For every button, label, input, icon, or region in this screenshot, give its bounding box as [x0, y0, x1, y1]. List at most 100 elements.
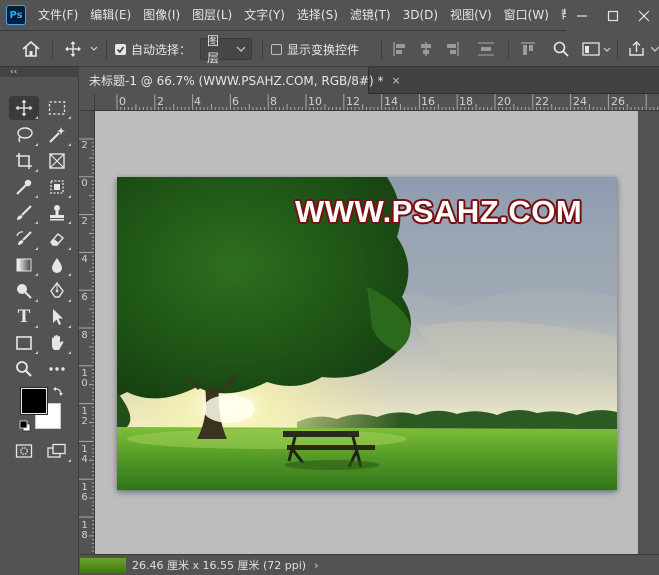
align-top-icon[interactable]: [520, 31, 536, 67]
brush-tool[interactable]: [9, 201, 39, 225]
vertical-scrollbar[interactable]: [638, 111, 659, 554]
crop-tool[interactable]: [9, 149, 39, 173]
document-image[interactable]: WWW.PSAHZ.COM: [117, 177, 617, 490]
move-tool[interactable]: [9, 96, 39, 120]
hand-icon: [52, 335, 64, 350]
hand-tool[interactable]: [42, 331, 72, 355]
options-bar: 自动选择： 图层 显示变换控件: [0, 31, 659, 67]
menu-edit[interactable]: 编辑(E): [84, 0, 137, 31]
marquee-tool[interactable]: [42, 96, 72, 120]
move-icon: [15, 99, 33, 117]
close-icon[interactable]: [628, 0, 659, 31]
path-select-tool[interactable]: [42, 305, 72, 329]
document-tab-bar: 未标题-1 @ 66.7% (WWW.PSAHZ.COM, RGB/8#) * …: [79, 67, 659, 94]
ruler-v-label: 8: [81, 330, 88, 341]
default-colors-icon[interactable]: [19, 420, 31, 435]
foreground-color-swatch[interactable]: [20, 387, 48, 415]
pen-tool[interactable]: [42, 279, 72, 303]
quick-mask-button[interactable]: [9, 439, 39, 463]
ruler-v-label: 10: [81, 368, 88, 389]
minimize-icon[interactable]: [566, 0, 597, 31]
history-brush-tool[interactable]: [9, 227, 39, 251]
more-tools[interactable]: [42, 357, 72, 381]
quick-select-tool[interactable]: [42, 123, 72, 147]
history-brush-icon: [16, 231, 32, 245]
auto-select-target-dropdown[interactable]: 图层: [200, 31, 252, 67]
distribute-vertical-icon[interactable]: [477, 31, 495, 67]
menu-select[interactable]: 选择(S): [291, 0, 344, 31]
screen-mode-button[interactable]: [42, 439, 72, 463]
ruler-h-label: 14: [384, 95, 398, 108]
menu-3d[interactable]: 3D(D): [397, 0, 444, 31]
gradient-tool[interactable]: [9, 253, 39, 277]
magic-wand-icon: [49, 127, 65, 143]
eraser-tool[interactable]: [42, 227, 72, 251]
home-icon[interactable]: [22, 31, 40, 67]
ruler-origin[interactable]: [79, 94, 95, 111]
menu-file[interactable]: 文件(F): [32, 0, 84, 31]
ruler-v-label: 14: [81, 444, 88, 465]
shape-tool[interactable]: [9, 331, 39, 355]
align-center-icon[interactable]: [418, 31, 434, 67]
menu-layer[interactable]: 图层(L): [186, 0, 238, 31]
menu-window[interactable]: 窗口(W): [498, 0, 555, 31]
blur-tool[interactable]: [42, 253, 72, 277]
menu-filter[interactable]: 滤镜(T): [344, 0, 397, 31]
checkbox-checked-icon: [115, 43, 126, 55]
type-icon: T: [17, 306, 31, 327]
align-right-icon[interactable]: [444, 31, 460, 67]
healing-tool[interactable]: [42, 175, 72, 199]
type-tool[interactable]: T: [9, 305, 39, 329]
menu-view[interactable]: 视图(V): [444, 0, 498, 31]
share-icon[interactable]: [628, 31, 646, 67]
lasso-icon: [17, 127, 33, 143]
dodge-tool[interactable]: [9, 279, 39, 303]
document-tab-title: 未标题-1 @ 66.7% (WWW.PSAHZ.COM, RGB/8#) *: [89, 74, 384, 88]
canvas-area[interactable]: WWW.PSAHZ.COM: [95, 111, 638, 554]
watermark-text: WWW.PSAHZ.COM: [295, 194, 583, 229]
zoom-icon: [16, 361, 32, 377]
zoom-tool[interactable]: [9, 357, 39, 381]
clone-stamp-icon: [50, 205, 64, 221]
separator: [52, 39, 53, 59]
ruler-v-label: 16: [81, 482, 88, 503]
tab-close-icon[interactable]: ×: [392, 74, 401, 87]
crop-icon: [16, 153, 32, 169]
stamp-tool[interactable]: [42, 201, 72, 225]
frame-tool[interactable]: [42, 149, 72, 173]
menu-type[interactable]: 文字(Y): [238, 0, 291, 31]
align-left-icon[interactable]: [392, 31, 408, 67]
auto-select-label: 自动选择：: [131, 42, 192, 57]
separator: [106, 39, 107, 59]
rect-marquee-icon: [48, 101, 66, 115]
document-tab[interactable]: 未标题-1 @ 66.7% (WWW.PSAHZ.COM, RGB/8#) * …: [79, 67, 401, 94]
rectangle-shape-icon: [16, 336, 32, 350]
swap-colors-icon[interactable]: [52, 385, 64, 400]
horizontal-ruler[interactable]: 0 2 4 6 8 10 12 14 16 18 20 22 24 26: [95, 94, 659, 111]
more-dots-icon: [49, 367, 65, 371]
ruler-v-label: 2: [81, 216, 88, 227]
vertical-ruler[interactable]: 2 0 2 4 6 8 10 12 14 16 18: [79, 111, 95, 554]
status-menu-arrow-icon[interactable]: ›: [314, 559, 318, 572]
ruler-h-label: 6: [232, 95, 239, 108]
ruler-v-label: 18: [81, 520, 88, 541]
ruler-h-label: 18: [459, 95, 473, 108]
show-transform-checkbox[interactable]: [271, 31, 282, 67]
auto-select-checkbox[interactable]: [115, 31, 126, 67]
ruler-v-label: 0: [81, 178, 88, 189]
chevron-down-icon[interactable]: [651, 31, 659, 67]
lasso-tool[interactable]: [9, 123, 39, 147]
maximize-icon[interactable]: [597, 0, 628, 31]
separator: [617, 39, 618, 59]
checkbox-unchecked-icon: [271, 43, 282, 55]
menu-image[interactable]: 图像(I): [137, 0, 186, 31]
photoshop-logo-icon[interactable]: Ps: [6, 5, 26, 25]
menu-bar: Ps 文件(F) 编辑(E) 图像(I) 图层(L) 文字(Y) 选择(S) 滤…: [0, 0, 659, 31]
workspace-icon[interactable]: [582, 31, 612, 67]
toolbox-collapse-button[interactable]: ‹‹: [0, 67, 79, 77]
eyedropper-tool[interactable]: [9, 175, 39, 199]
search-icon[interactable]: [553, 31, 569, 67]
move-tool-preset-icon[interactable]: [64, 31, 100, 67]
ruler-h-label: 8: [270, 95, 277, 108]
separator: [262, 39, 263, 59]
